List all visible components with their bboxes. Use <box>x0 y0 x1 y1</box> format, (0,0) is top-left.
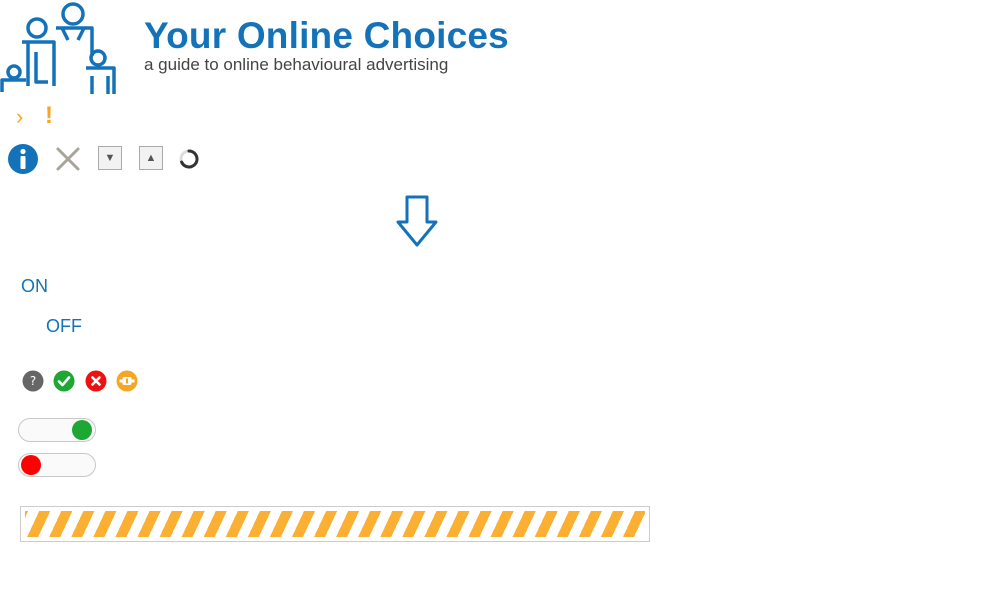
toggle-knob <box>21 455 41 475</box>
triangle-up-icon: ▲ <box>145 152 157 164</box>
scroll-down-button[interactable]: ▼ <box>98 146 122 170</box>
chevron-right-icon: › <box>16 104 24 129</box>
down-arrow-icon <box>396 195 438 247</box>
cross-icon <box>85 370 107 392</box>
progress-fill <box>25 511 645 537</box>
info-icon[interactable] <box>7 143 39 175</box>
toggle-switch-off[interactable] <box>18 453 96 477</box>
scroll-up-button[interactable]: ▲ <box>139 146 163 170</box>
toggle-switch-on[interactable] <box>18 418 96 442</box>
plug-icon <box>116 370 138 392</box>
progress-bar <box>20 506 650 542</box>
on-label: ON <box>21 276 48 296</box>
triangle-down-icon: ▼ <box>104 152 116 164</box>
question-icon: ? <box>22 370 44 392</box>
toggle-knob <box>72 420 92 440</box>
check-icon <box>53 370 75 392</box>
close-icon[interactable] <box>54 145 82 173</box>
off-label: OFF <box>46 316 82 336</box>
family-people-icon <box>0 2 116 94</box>
site-subtitle: a guide to online behavioural advertisin… <box>144 55 449 74</box>
exclamation-icon: ! <box>45 102 53 129</box>
site-title: Your Online Choices <box>144 15 509 56</box>
spinner-icon <box>179 149 199 169</box>
svg-text:?: ? <box>30 374 36 388</box>
